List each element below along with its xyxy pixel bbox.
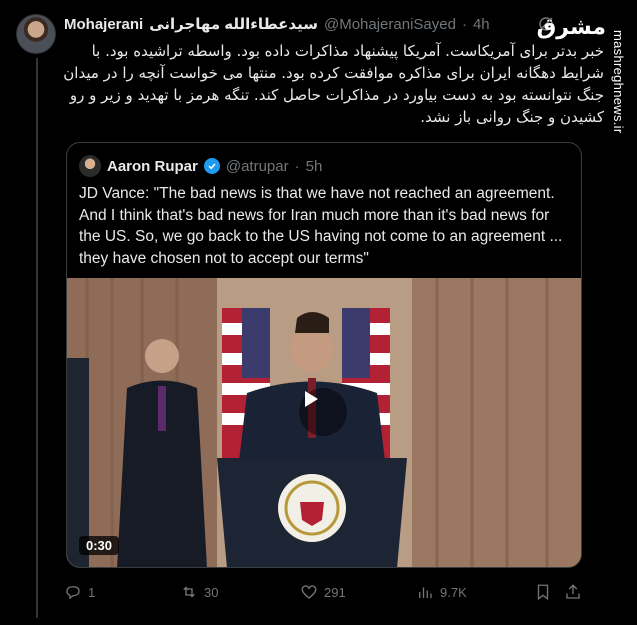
video-player[interactable]: 0:30 [67, 278, 581, 567]
quoted-author-name[interactable]: Aaron Rupar [107, 158, 198, 175]
repost-count: 30 [204, 584, 219, 600]
heart-icon [301, 585, 317, 599]
quoted-text: JD Vance: "The bad news is that we have … [79, 185, 563, 267]
quoted-handle[interactable]: @atrupar [226, 158, 289, 175]
author-avatar[interactable] [16, 14, 56, 54]
bookmark-button[interactable] [534, 580, 552, 604]
verified-badge-icon [203, 158, 220, 174]
thread-line [36, 58, 38, 618]
author-name-persian[interactable]: سیدعطاءالله مهاجرانی [149, 15, 318, 33]
quoted-tweet[interactable]: Aaron Rupar @atrupar · 5h JD Vance: "The… [66, 142, 582, 568]
repost-icon [183, 586, 195, 598]
tweet-timestamp[interactable]: 4h [473, 16, 490, 33]
views-chart-icon [419, 587, 432, 598]
quoted-avatar[interactable] [79, 155, 101, 177]
site-watermark: mashreghnews.ir [611, 30, 626, 134]
views-count: 9.7K [440, 584, 467, 600]
quoted-timestamp[interactable]: 5h [306, 158, 323, 175]
reply-count: 1 [88, 584, 96, 600]
reply-icon [66, 586, 80, 600]
quoted-separator-dot: · [294, 157, 300, 175]
author-name[interactable]: Mohajerani [64, 16, 143, 33]
like-count: 291 [324, 584, 346, 600]
quoted-header: Aaron Rupar @atrupar · 5h [79, 155, 322, 177]
like-button[interactable]: 291 [300, 580, 346, 604]
separator-dot: · [461, 15, 467, 33]
tweet-text: خبر بدتر برای آمریکاست. آمریکا پیشنهاد م… [63, 42, 604, 126]
tweet-header: Mohajerani سیدعطاءالله مهاجرانی @Mohajer… [64, 14, 534, 34]
play-button[interactable] [299, 388, 347, 436]
tweet-detail: Mohajerani سیدعطاءالله مهاجرانی @Mohajer… [0, 0, 637, 625]
share-button[interactable] [564, 580, 582, 604]
share-icon [566, 584, 580, 599]
site-logo: مشرق [536, 14, 606, 39]
repost-button[interactable]: 30 [180, 580, 218, 604]
bookmark-icon [537, 584, 549, 601]
author-handle[interactable]: @MohajeraniSayed [324, 16, 456, 33]
reply-button[interactable]: 1 [64, 580, 95, 604]
video-duration: 0:30 [79, 536, 120, 555]
views-button[interactable]: 9.7K [416, 580, 467, 604]
action-bar: 1 30 291 9.7K [64, 580, 584, 604]
